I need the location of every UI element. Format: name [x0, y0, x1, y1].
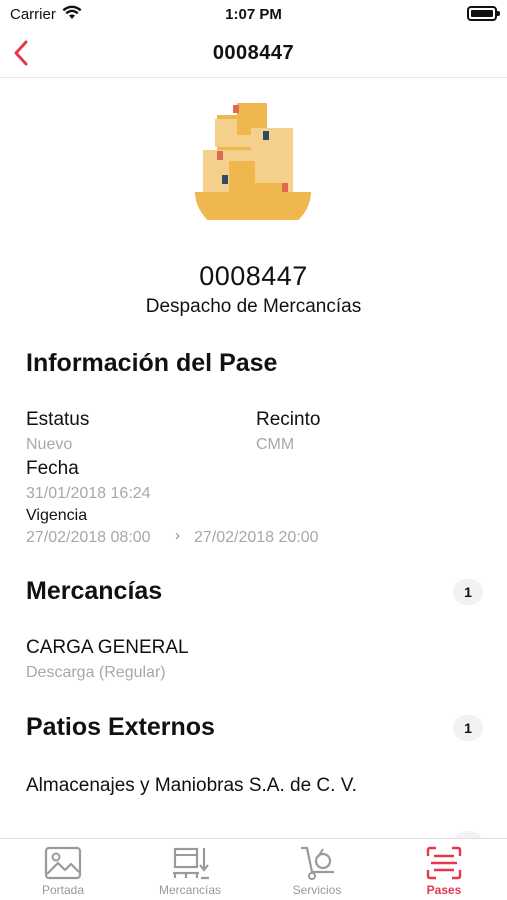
- status-bar: Carrier 1:07 PM: [0, 0, 507, 30]
- mercancias-count-badge: 1: [453, 579, 483, 605]
- tab-label: Servicios: [292, 883, 342, 897]
- mercancia-detail: Descarga (Regular): [26, 664, 166, 681]
- cargo-icon: [173, 847, 209, 880]
- section-title-mercancias: Mercancías: [26, 577, 163, 605]
- mercancia-name: CARGA GENERAL: [26, 637, 189, 658]
- pass-number: 0008447: [199, 261, 308, 291]
- patio-name: Almacenajes y Maniobras S.A. de C. V.: [26, 775, 357, 796]
- vigencia-end: 27/02/2018 20:00: [194, 529, 319, 546]
- tab-portada[interactable]: Portada: [0, 839, 126, 900]
- estatus-label: Estatus: [26, 409, 90, 430]
- tab-label: Portada: [41, 883, 85, 897]
- section-title-info: Información del Pase: [26, 349, 278, 377]
- vigencia-start: 27/02/2018 08:00: [26, 529, 151, 546]
- tab-pases[interactable]: Pases: [381, 839, 507, 900]
- fecha-label: Fecha: [26, 458, 79, 479]
- recinto-label: Recinto: [256, 409, 321, 430]
- scan-icon: [426, 846, 462, 880]
- vigencia-label: Vigencia: [26, 507, 88, 524]
- image-icon: [44, 846, 82, 880]
- tab-mercancias[interactable]: Mercancías: [127, 839, 253, 900]
- boxes-icon: [195, 103, 311, 220]
- section-title-patios: Patios Externos: [26, 713, 215, 741]
- recinto-value: CMM: [256, 436, 295, 453]
- estatus-value: Nuevo: [26, 436, 73, 453]
- page-title: 0008447: [212, 42, 295, 64]
- pass-detail-content[interactable]: 0008447 Despacho de Mercancías Informaci…: [0, 79, 507, 839]
- pass-type: Despacho de Mercancías: [145, 296, 362, 317]
- clock: 1:07 PM: [225, 6, 282, 23]
- battery-icon: [467, 6, 500, 21]
- navigation-bar: 0008447: [0, 30, 507, 78]
- tab-bar: Portada Mercancías Servicios Pases: [0, 838, 507, 900]
- chevron-right-icon: ›: [175, 527, 180, 544]
- hand-truck-icon: [301, 846, 334, 880]
- patios-count-badge: 1: [453, 715, 483, 741]
- tab-servicios[interactable]: Servicios: [254, 839, 380, 900]
- fecha-value: 31/01/2018 16:24: [26, 485, 151, 502]
- section-title-clipped: [26, 825, 186, 839]
- tab-label: Mercancías: [158, 883, 222, 897]
- tab-label: Pases: [426, 883, 462, 897]
